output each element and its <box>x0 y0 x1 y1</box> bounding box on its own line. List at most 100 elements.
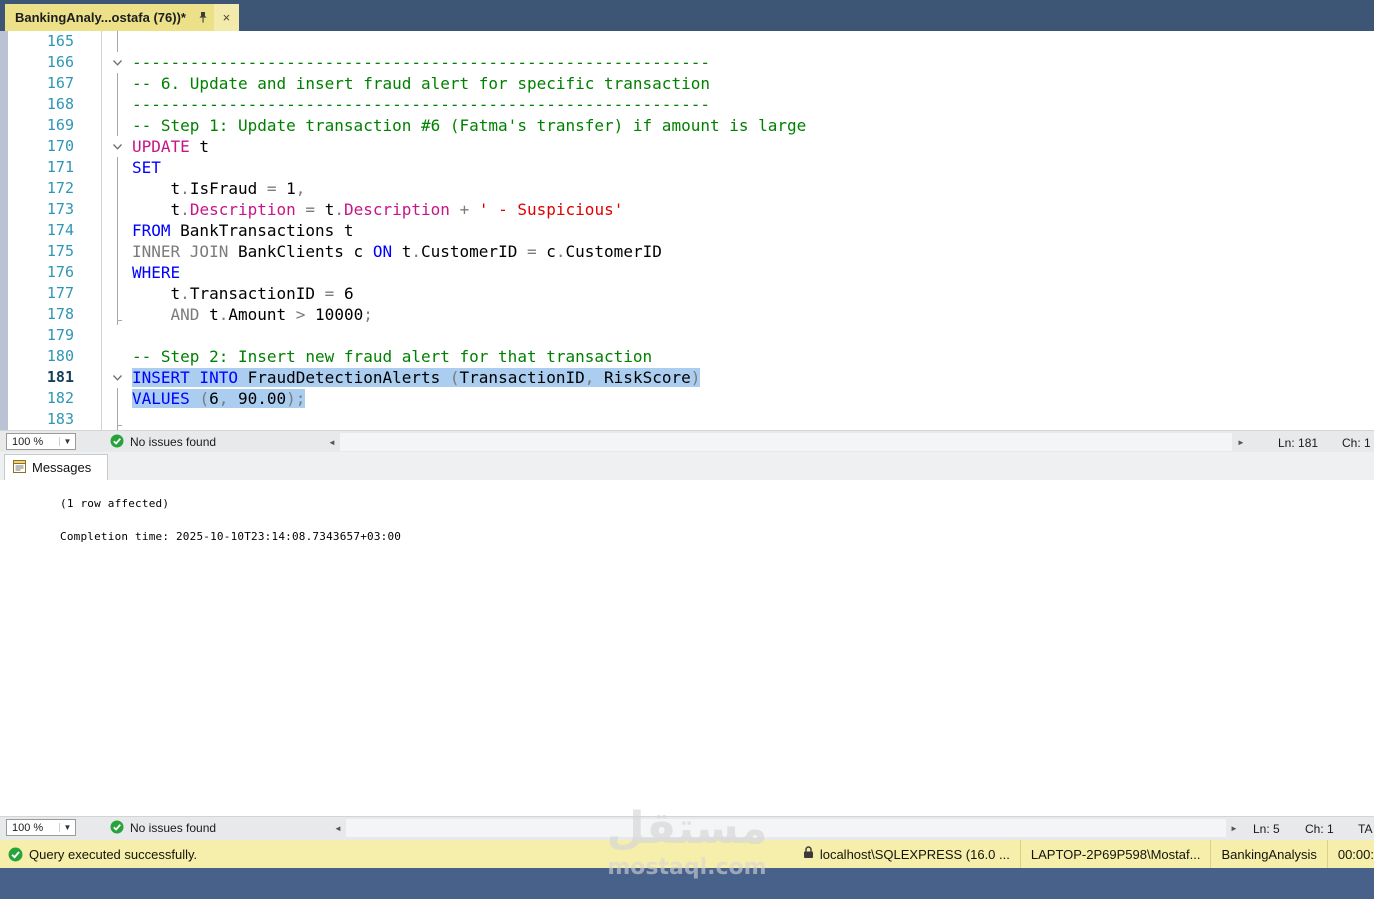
line-number[interactable]: 179 <box>8 325 78 346</box>
code-line[interactable]: 166 -------------------------------------… <box>8 52 1374 73</box>
code-line[interactable]: 168 -------------------------------------… <box>8 94 1374 115</box>
code-text[interactable]: INNER JOIN BankClients c ON t.CustomerID… <box>132 241 1374 262</box>
indicator-margin <box>78 73 102 94</box>
code-area[interactable]: 165 166 ----------------------------------… <box>8 31 1374 430</box>
code-line[interactable]: 179 <box>8 325 1374 346</box>
char-position: Ch: 1 <box>1305 822 1334 836</box>
ssms-window: BankingAnaly...ostafa (76))* × 165 166 ---… <box>0 0 1374 899</box>
code-text[interactable]: t.IsFraud = 1, <box>132 178 1374 199</box>
pin-icon[interactable] <box>192 4 214 31</box>
code-text[interactable] <box>132 325 1374 346</box>
document-tab[interactable]: BankingAnaly...ostafa (76))* × <box>5 4 239 31</box>
no-issues-icon <box>110 434 124 448</box>
zoom-control[interactable]: 100 % ▼ <box>6 433 76 450</box>
fold-collapse-icon[interactable] <box>102 367 132 388</box>
code-line[interactable]: 165 <box>8 31 1374 52</box>
code-text[interactable]: INSERT INTO FraudDetectionAlerts (Transa… <box>132 367 1374 388</box>
scroll-right-icon[interactable]: ► <box>1237 438 1245 447</box>
code-line[interactable]: 169 -- Step 1: Update transaction #6 (Fat… <box>8 115 1374 136</box>
line-number[interactable]: 166 <box>8 52 78 73</box>
code-line[interactable]: 183 <box>8 409 1374 430</box>
code-text[interactable]: UPDATE t <box>132 136 1374 157</box>
line-number[interactable]: 173 <box>8 199 78 220</box>
line-number[interactable]: 168 <box>8 94 78 115</box>
h-scrollbar[interactable] <box>346 819 1226 837</box>
indicator-margin <box>78 241 102 262</box>
indicator-margin <box>78 388 102 409</box>
document-tab-bar: BankingAnaly...ostafa (76))* × <box>0 0 1374 31</box>
messages-zoom-control[interactable]: 100 % ▼ <box>6 819 76 836</box>
scroll-right-icon[interactable]: ► <box>1230 824 1238 833</box>
editor-status-bar: 100 % ▼ No issues found ◄ ► Ln: 181 Ch: … <box>0 430 1374 452</box>
code-line[interactable]: 172 t.IsFraud = 1, <box>8 178 1374 199</box>
lock-icon <box>803 846 814 862</box>
indicator-margin <box>78 199 102 220</box>
code-text[interactable]: VALUES (6, 90.00); <box>132 388 1374 409</box>
selected-text: VALUES (6, 90.00); <box>132 389 306 408</box>
elapsed-time: 00:00: <box>1337 846 1374 862</box>
code-line[interactable]: 176 WHERE <box>8 262 1374 283</box>
close-icon[interactable]: × <box>213 4 239 31</box>
code-line[interactable]: 171 SET <box>8 157 1374 178</box>
line-number[interactable]: 170 <box>8 136 78 157</box>
code-line[interactable]: 180 -- Step 2: Insert new fraud alert for… <box>8 346 1374 367</box>
line-number[interactable]: 175 <box>8 241 78 262</box>
code-text[interactable]: AND t.Amount > 10000; <box>132 304 1374 325</box>
code-line[interactable]: 178 AND t.Amount > 10000; <box>8 304 1374 325</box>
code-line[interactable]: 170 UPDATE t <box>8 136 1374 157</box>
code-text[interactable]: WHERE <box>132 262 1374 283</box>
code-text[interactable]: t.TransactionID = 6 <box>132 283 1374 304</box>
chevron-down-icon: ▼ <box>59 437 75 446</box>
line-number[interactable]: 165 <box>8 31 78 52</box>
indicator-margin <box>78 346 102 367</box>
code-text[interactable]: -- 6. Update and insert fraud alert for … <box>132 73 1374 94</box>
code-text[interactable] <box>132 409 1374 430</box>
server-segment[interactable]: localhost\SQLEXPRESS (16.0 ... <box>793 840 1020 868</box>
code-text[interactable]: -- Step 1: Update transaction #6 (Fatma'… <box>132 115 1374 136</box>
message-line: Completion time: 2025-10-10T23:14:08.734… <box>60 530 402 543</box>
code-text[interactable]: -- Step 2: Insert new fraud alert for th… <box>132 346 1374 367</box>
line-number[interactable]: 180 <box>8 346 78 367</box>
code-text[interactable]: t.Description = t.Description + ' - Susp… <box>132 199 1374 220</box>
database-segment[interactable]: BankingAnalysis <box>1211 840 1326 868</box>
line-number[interactable]: 174 <box>8 220 78 241</box>
code-text[interactable] <box>132 31 1374 52</box>
code-line[interactable]: 177 t.TransactionID = 6 <box>8 283 1374 304</box>
line-number[interactable]: 181 <box>8 367 78 388</box>
code-text[interactable]: FROM BankTransactions t <box>132 220 1374 241</box>
tab-messages[interactable]: Messages <box>4 454 109 480</box>
messages-panel[interactable]: (1 row affected) Completion time: 2025-10… <box>0 480 1374 816</box>
chevron-down-icon: ▼ <box>59 823 75 832</box>
line-number[interactable]: 171 <box>8 157 78 178</box>
line-number[interactable]: 183 <box>8 409 78 430</box>
line-number[interactable]: 178 <box>8 304 78 325</box>
line-number[interactable]: 167 <box>8 73 78 94</box>
code-line[interactable]: 175 INNER JOIN BankClients c ON t.Custome… <box>8 241 1374 262</box>
code-line[interactable]: 167 -- 6. Update and insert fraud alert f… <box>8 73 1374 94</box>
code-line[interactable]: 173 t.Description = t.Description + ' - … <box>8 199 1374 220</box>
line-number[interactable]: 172 <box>8 178 78 199</box>
line-number[interactable]: 176 <box>8 262 78 283</box>
code-text[interactable]: ----------------------------------------… <box>132 94 1374 115</box>
h-scrollbar[interactable] <box>340 433 1232 451</box>
database-name: BankingAnalysis <box>1221 846 1317 862</box>
code-line[interactable]: 174 FROM BankTransactions t <box>8 220 1374 241</box>
indicator-margin <box>78 262 102 283</box>
scroll-left-icon[interactable]: ◄ <box>328 438 336 447</box>
line-number[interactable]: 177 <box>8 283 78 304</box>
line-number[interactable]: 169 <box>8 115 78 136</box>
code-text[interactable]: SET <box>132 157 1374 178</box>
fold-collapse-icon[interactable] <box>102 136 132 157</box>
scroll-left-icon[interactable]: ◄ <box>334 824 342 833</box>
user-segment[interactable]: LAPTOP-2P69P598\Mostaf... <box>1021 840 1211 868</box>
code-line[interactable]: 182 VALUES (6, 90.00); <box>8 388 1374 409</box>
fold-collapse-icon[interactable] <box>102 52 132 73</box>
fold-guide <box>102 220 132 241</box>
sql-editor[interactable]: 165 166 ----------------------------------… <box>0 31 1374 430</box>
indicator-margin <box>78 283 102 304</box>
code-text[interactable]: ----------------------------------------… <box>132 52 1374 73</box>
line-number[interactable]: 182 <box>8 388 78 409</box>
indicator-margin <box>78 94 102 115</box>
zoom-value: 100 % <box>12 821 44 834</box>
code-line[interactable]: 181 INSERT INTO FraudDetectionAlerts (Tra… <box>8 367 1374 388</box>
